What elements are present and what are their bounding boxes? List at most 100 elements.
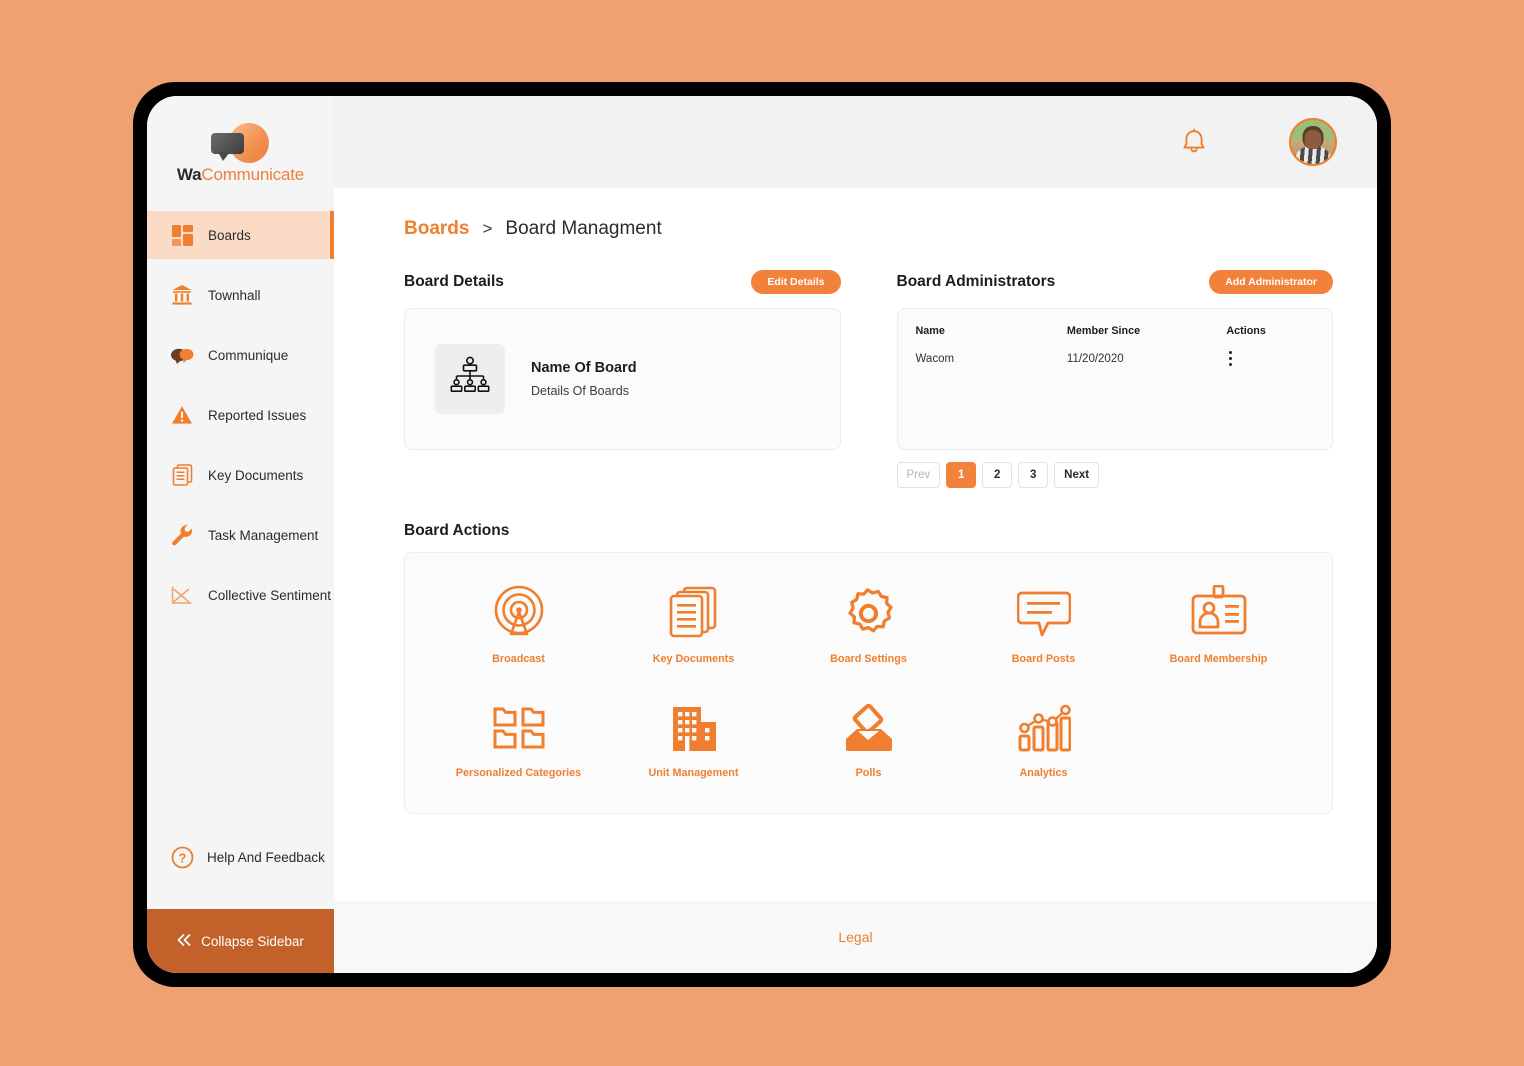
action-analytics[interactable]: Analytics <box>956 697 1131 779</box>
sidebar-item-label: Reported Issues <box>208 407 307 423</box>
svg-text:?: ? <box>178 851 186 865</box>
edit-details-button[interactable]: Edit Details <box>751 270 841 294</box>
action-label: Personalized Categories <box>455 767 582 779</box>
sidebar-item-label: Task Management <box>208 527 319 543</box>
sidebar-item-help-and-feedback[interactable]: ? Help And Feedback <box>147 833 334 881</box>
collapse-sidebar-button[interactable]: Collapse Sidebar <box>147 909 334 973</box>
pagination-page-2[interactable]: 2 <box>982 462 1013 488</box>
folders-grid-icon <box>493 697 545 753</box>
add-administrator-button[interactable]: Add Administrator <box>1209 270 1333 294</box>
board-details-card: Name Of Board Details Of Boards <box>404 308 841 450</box>
board-details-header: Board Details Edit Details <box>404 268 841 296</box>
boards-grid-icon <box>170 223 194 247</box>
action-label: Key Documents <box>652 653 735 665</box>
chat-bubbles-icon <box>170 343 194 367</box>
action-placeholder <box>1131 697 1306 779</box>
bar-chart-icon <box>1017 697 1071 753</box>
question-circle-icon: ? <box>170 845 194 869</box>
breadcrumb: Boards > Board Managment <box>404 218 1333 240</box>
brand-name-secondary: Communicate <box>201 165 305 184</box>
line-chart-icon <box>170 583 194 607</box>
cell-actions <box>1226 351 1314 366</box>
top-columns: Board Details Edit Details Name Of Board… <box>404 268 1333 488</box>
pagination-next[interactable]: Next <box>1054 462 1100 488</box>
legal-link[interactable]: Legal <box>838 929 872 945</box>
sidebar-item-label: Communique <box>208 347 289 363</box>
documents-icon <box>170 463 194 487</box>
sidebar-item-collective-sentiment[interactable]: Collective Sentiment <box>147 571 334 619</box>
sidebar-item-boards[interactable]: Boards <box>147 211 334 259</box>
action-label: Board Posts <box>1011 653 1076 665</box>
column-header-actions: Actions <box>1226 325 1266 337</box>
page-content: Boards > Board Managment Board Details E… <box>334 188 1377 901</box>
ballot-box-icon <box>843 697 895 753</box>
board-administrators-title: Board Administrators <box>896 273 1056 290</box>
warning-triangle-icon <box>170 403 194 427</box>
breadcrumb-parent[interactable]: Boards <box>404 218 469 240</box>
action-broadcast[interactable]: Broadcast <box>431 583 606 665</box>
pagination-page-1[interactable]: 1 <box>946 462 977 488</box>
main-area: Boards > Board Managment Board Details E… <box>334 96 1377 973</box>
pagination-prev[interactable]: Prev <box>896 462 941 488</box>
sidebar-item-townhall[interactable]: Townhall <box>147 271 334 319</box>
action-unit-management[interactable]: Unit Management <box>606 697 781 779</box>
table-header-row: Name Member Since Actions <box>916 325 1315 351</box>
administrators-table: Name Member Since Actions Wacom 11/20/20… <box>916 325 1315 366</box>
action-personalized-categories[interactable]: Personalized Categories <box>431 697 606 779</box>
board-actions-card: Broadcast Key Documents Board Settings B… <box>404 552 1333 814</box>
action-label: Board Settings <box>830 653 907 665</box>
board-thumbnail <box>435 344 505 414</box>
action-board-membership[interactable]: Board Membership <box>1131 583 1306 665</box>
administrators-card: Name Member Since Actions Wacom 11/20/20… <box>896 308 1333 450</box>
board-details-section: Board Details Edit Details Name Of Board… <box>404 268 841 488</box>
board-details-text: Name Of Board Details Of Boards <box>531 360 637 398</box>
board-subtitle: Details Of Boards <box>531 384 629 398</box>
grid-apps-icon[interactable] <box>1235 129 1261 155</box>
double-chevron-left-icon <box>177 933 192 949</box>
cell-member-since: 11/20/2020 <box>1066 352 1124 365</box>
logo-mark-icon <box>201 122 281 164</box>
action-board-settings[interactable]: Board Settings <box>781 583 956 665</box>
sidebar-item-task-management[interactable]: Task Management <box>147 511 334 559</box>
column-header-name: Name <box>915 325 945 337</box>
collapse-sidebar-label: Collapse Sidebar <box>201 933 304 949</box>
board-name: Name Of Board <box>531 360 637 376</box>
topbar <box>334 96 1377 188</box>
sidebar: WaCommunicate Boards Townhall Communique… <box>147 96 334 973</box>
action-label: Polls <box>855 767 882 779</box>
gear-icon <box>843 583 895 639</box>
building-icon <box>669 697 719 753</box>
table-row: Wacom 11/20/2020 <box>916 351 1315 366</box>
org-chart-icon <box>449 356 491 403</box>
action-label: Unit Management <box>648 767 739 779</box>
board-actions-section: Board Actions Broadcast Key Documents Bo… <box>404 522 1333 814</box>
action-board-posts[interactable]: Board Posts <box>956 583 1131 665</box>
action-label: Analytics <box>1019 767 1068 779</box>
sidebar-nav: Boards Townhall Communique Reported Issu… <box>147 211 334 631</box>
brand-logo[interactable]: WaCommunicate <box>147 96 334 203</box>
action-label: Broadcast <box>492 653 545 665</box>
sidebar-item-label: Key Documents <box>208 467 304 483</box>
app-screen: WaCommunicate Boards Townhall Communique… <box>147 96 1377 973</box>
avatar[interactable] <box>1289 118 1337 166</box>
bank-icon <box>170 283 194 307</box>
action-key-documents[interactable]: Key Documents <box>606 583 781 665</box>
board-actions-row-2: Personalized Categories Unit Management … <box>431 697 1306 779</box>
brand-name: WaCommunicate <box>177 165 304 185</box>
cell-name: Wacom <box>915 352 955 365</box>
bell-icon[interactable] <box>1181 128 1207 156</box>
action-polls[interactable]: Polls <box>781 697 956 779</box>
device-bezel: WaCommunicate Boards Townhall Communique… <box>133 82 1391 987</box>
sidebar-item-communique[interactable]: Communique <box>147 331 334 379</box>
board-administrators-section: Board Administrators Add Administrator N… <box>896 268 1333 488</box>
breadcrumb-current: Board Managment <box>505 218 662 239</box>
kebab-menu-icon[interactable] <box>1226 351 1240 366</box>
board-actions-row-1: Broadcast Key Documents Board Settings B… <box>431 583 1306 665</box>
action-label: Board Membership <box>1169 653 1268 665</box>
pagination-page-3[interactable]: 3 <box>1018 462 1049 488</box>
sidebar-item-reported-issues[interactable]: Reported Issues <box>147 391 334 439</box>
brand-name-primary: Wa <box>176 165 202 184</box>
sidebar-item-key-documents[interactable]: Key Documents <box>147 451 334 499</box>
sidebar-item-label: Townhall <box>208 287 261 303</box>
footer: Legal <box>334 901 1377 973</box>
